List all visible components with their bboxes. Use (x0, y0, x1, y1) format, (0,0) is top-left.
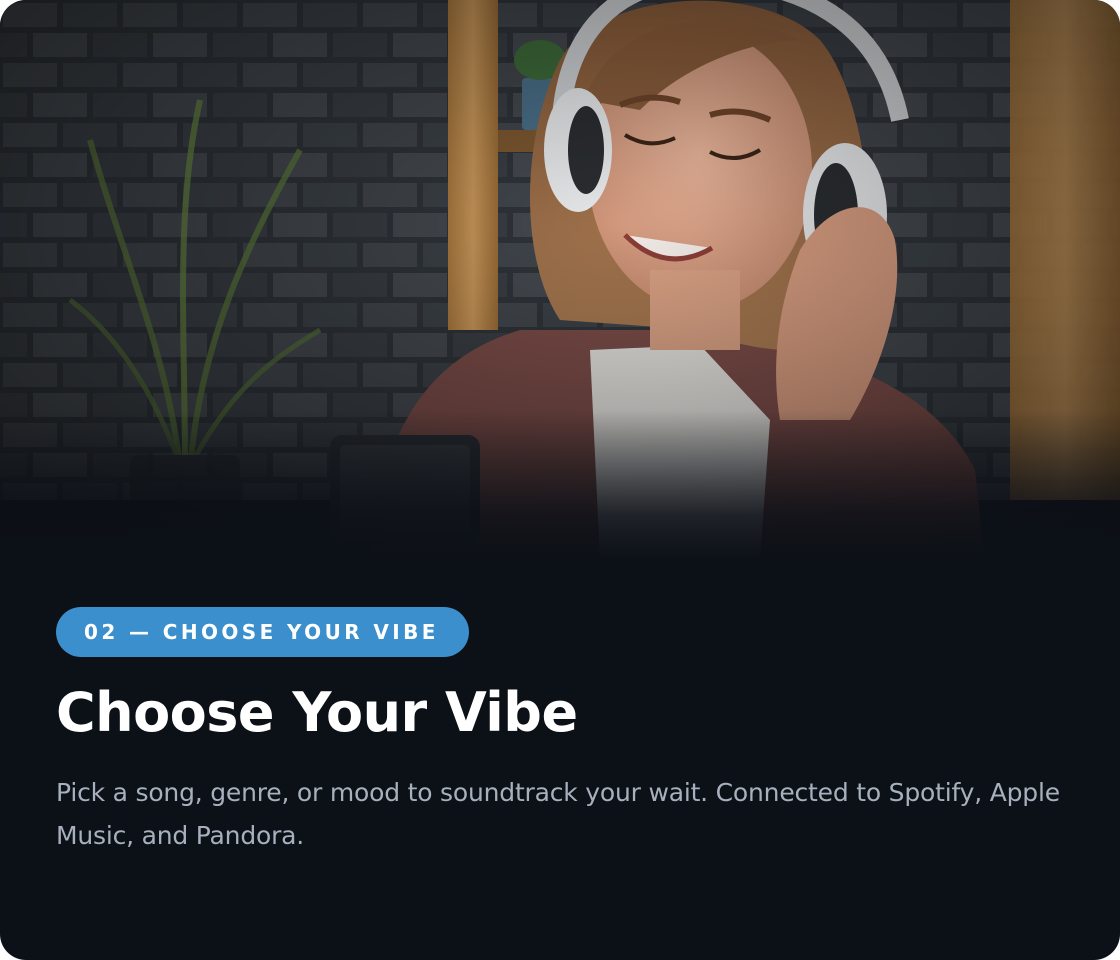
card-title: Choose Your Vibe (56, 681, 578, 744)
card-description: Pick a song, genre, or mood to soundtrac… (56, 778, 1060, 850)
step-badge: 02 — CHOOSE YOUR VIBE (56, 607, 469, 657)
hero-fade-overlay (0, 410, 1120, 560)
hero-image (0, 0, 1120, 560)
step-card: 02 — CHOOSE YOUR VIBE Choose Your Vibe P… (0, 0, 1120, 960)
card-content: 02 — CHOOSE YOUR VIBE Choose Your Vibe P… (56, 607, 1066, 857)
